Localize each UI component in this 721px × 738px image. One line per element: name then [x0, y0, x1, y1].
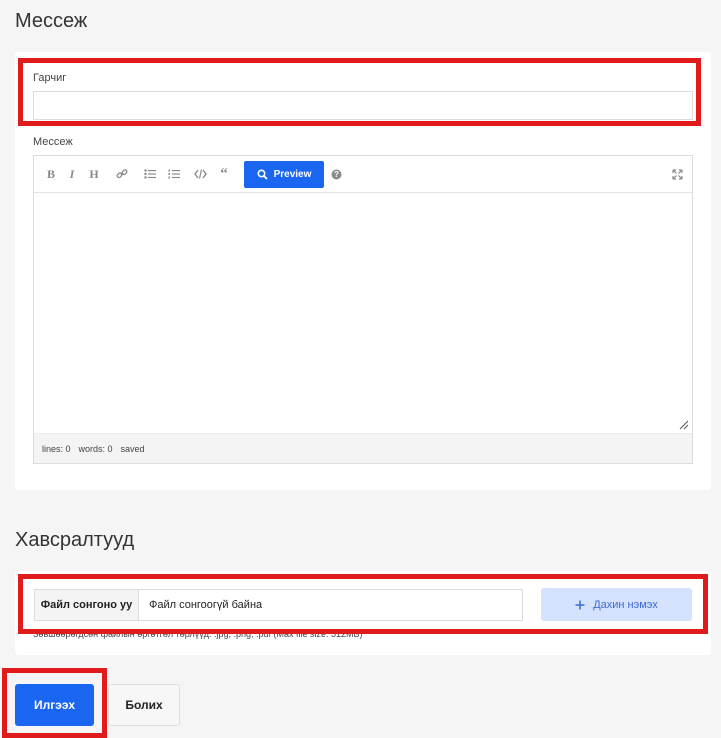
file-input[interactable]: Файл сонгоно уу Файл сонгоогүй байна [34, 589, 523, 621]
allowed-extensions-hint: Зөвшөөрөгдсөн файлын өргөтгөл төрлүүд: .… [33, 629, 363, 639]
editor-toolbar: B I H “ Preview ? [34, 156, 692, 193]
no-file-text: Файл сонгоогүй байна [149, 599, 263, 611]
help-icon[interactable]: ? [327, 165, 345, 183]
cancel-button[interactable]: Болих [108, 684, 180, 726]
submit-button[interactable]: Илгээх [15, 684, 94, 726]
code-icon[interactable] [191, 165, 209, 183]
preview-button[interactable]: Preview [244, 161, 324, 188]
subject-label: Гарчиг [33, 72, 67, 84]
status-words: words: 0 [78, 443, 113, 454]
plus-icon [575, 600, 585, 609]
message-body-textarea[interactable] [34, 193, 692, 433]
add-more-label: Дахин нэмэх [593, 598, 658, 611]
quote-icon[interactable]: “ [215, 165, 233, 183]
status-lines: lines: 0 [42, 443, 71, 454]
body-label: Мессеж [33, 136, 73, 148]
svg-text:?: ? [334, 170, 339, 179]
add-more-button[interactable]: Дахин нэмэх [541, 588, 692, 621]
choose-file-button[interactable]: Файл сонгоно уу [35, 590, 139, 620]
compose-message-page: Мессеж Гарчиг Мессеж B I H “ Preview ? l… [0, 0, 721, 738]
unordered-list-icon[interactable] [141, 165, 159, 183]
markdown-editor: B I H “ Preview ? lines: 0 words: 0 save… [33, 155, 693, 464]
editor-statusbar: lines: 0 words: 0 saved [34, 433, 692, 463]
preview-label: Preview [273, 169, 312, 180]
resize-handle-icon[interactable] [678, 419, 689, 430]
heading-icon[interactable]: H [85, 165, 103, 183]
link-icon[interactable] [113, 165, 131, 183]
subject-input[interactable] [33, 91, 693, 120]
fullscreen-icon[interactable] [668, 165, 686, 183]
search-icon [257, 169, 268, 180]
italic-icon[interactable]: I [63, 165, 81, 183]
attachments-section-title: Хавсралтууд [15, 529, 135, 551]
bold-icon[interactable]: B [42, 165, 60, 183]
ordered-list-icon[interactable] [165, 165, 183, 183]
message-section-title: Мессеж [15, 10, 88, 32]
status-saved: saved [120, 443, 145, 454]
